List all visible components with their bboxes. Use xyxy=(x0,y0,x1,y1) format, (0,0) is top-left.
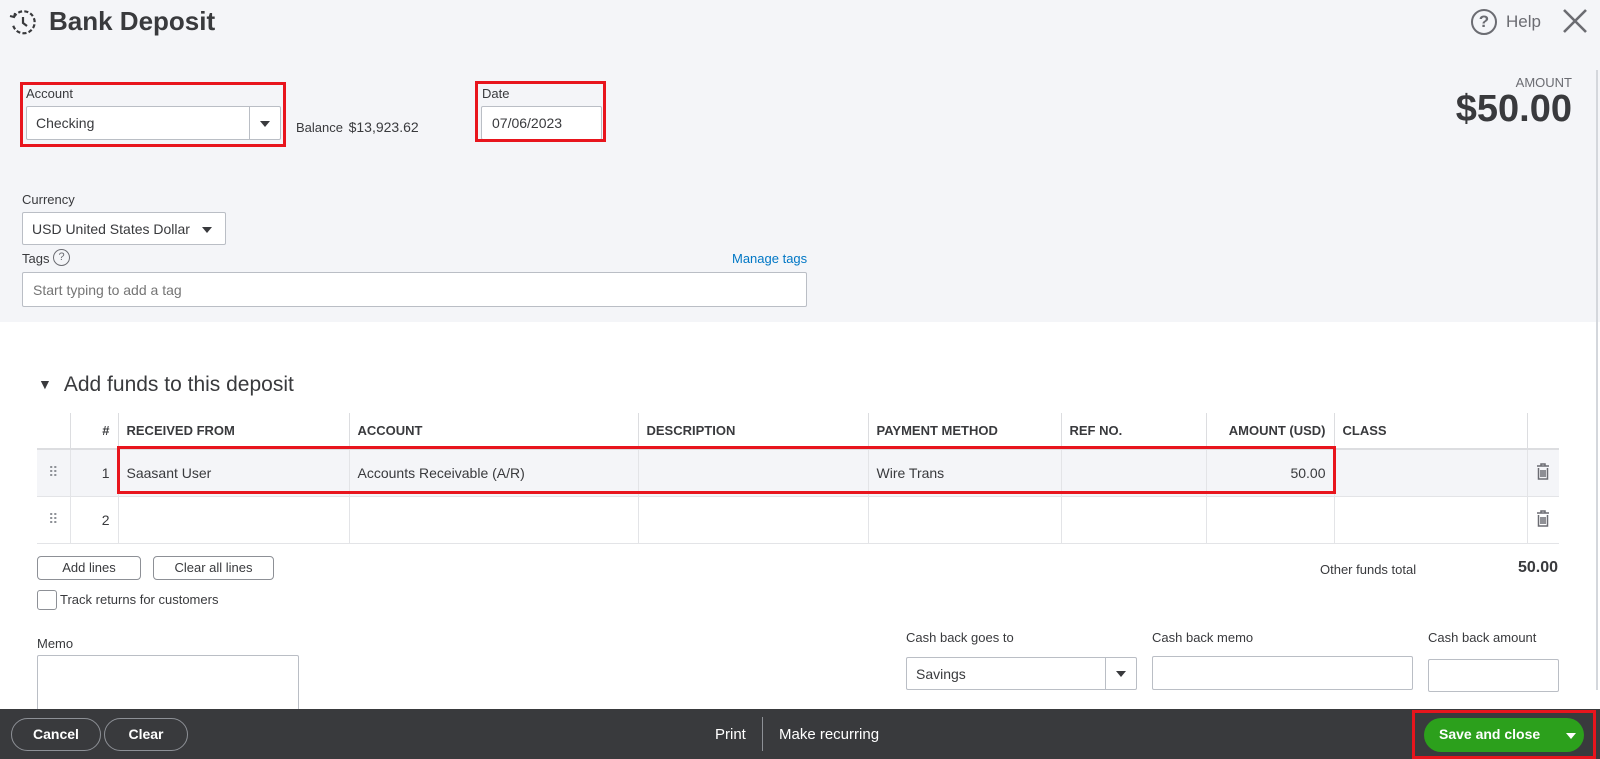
amount-cell[interactable] xyxy=(1205,496,1334,544)
scrollbar[interactable] xyxy=(1596,70,1598,690)
clear-all-lines-button[interactable]: Clear all lines xyxy=(153,556,274,580)
drag-handle-icon[interactable]: ⠿ xyxy=(37,449,70,497)
cash-back-amount-input[interactable] xyxy=(1428,659,1559,692)
help-icon[interactable]: ? xyxy=(1471,9,1497,35)
clear-button[interactable]: Clear xyxy=(104,718,188,751)
class-cell[interactable] xyxy=(1333,449,1527,497)
manage-tags-link[interactable]: Manage tags xyxy=(732,251,807,266)
footer-bar: Cancel Clear Print Make recurring Save a… xyxy=(0,709,1600,759)
cash-back-account-select[interactable]: Savings xyxy=(906,657,1137,690)
account-select[interactable]: Checking xyxy=(26,106,281,140)
received-from-cell[interactable]: Saasant User xyxy=(117,449,349,497)
cash-back-memo-input[interactable] xyxy=(1152,656,1413,690)
received-from-cell[interactable] xyxy=(117,496,349,544)
memo-label: Memo xyxy=(37,636,74,651)
col-header-num: # xyxy=(69,413,118,450)
col-header-received-from: RECEIVED FROM xyxy=(117,413,349,450)
account-balance: Balance $13,923.62 xyxy=(296,119,419,135)
memo-textarea[interactable] xyxy=(37,655,299,715)
table-row[interactable]: ⠿ 2 xyxy=(37,496,1559,544)
section-title: Add funds to this deposit xyxy=(63,373,294,396)
account-label: Account xyxy=(26,86,73,101)
col-header-description: DESCRIPTION xyxy=(637,413,868,450)
ref-no-cell[interactable] xyxy=(1060,449,1206,497)
ref-no-cell[interactable] xyxy=(1060,496,1206,544)
cash-back-account-value: Savings xyxy=(916,665,966,682)
print-button[interactable]: Print xyxy=(715,726,746,743)
amount-value: $50.00 xyxy=(1455,88,1572,130)
chevron-down-icon xyxy=(260,121,270,127)
cancel-button[interactable]: Cancel xyxy=(11,718,101,751)
currency-select[interactable]: USD United States Dollar xyxy=(22,212,226,245)
description-cell[interactable] xyxy=(637,496,868,544)
tags-input[interactable] xyxy=(22,272,807,307)
drag-col-header xyxy=(37,413,70,450)
save-and-close-label: Save and close xyxy=(1439,726,1541,742)
cash-back-memo-label: Cash back memo xyxy=(1152,630,1254,645)
row-number: 2 xyxy=(69,496,118,544)
cash-back-goes-to-label: Cash back goes to xyxy=(906,630,1014,645)
footer-divider xyxy=(762,717,763,751)
payment-method-cell[interactable]: Wire Trans xyxy=(867,449,1061,497)
currency-value: USD United States Dollar xyxy=(32,220,190,237)
description-cell[interactable] xyxy=(637,449,868,497)
triangle-down-icon: ▼ xyxy=(38,376,52,392)
col-header-payment-method: PAYMENT METHOD xyxy=(867,413,1061,450)
funds-table: # RECEIVED FROM ACCOUNT DESCRIPTION PAYM… xyxy=(37,413,1559,544)
account-cell[interactable]: Accounts Receivable (A/R) xyxy=(348,449,638,497)
chevron-down-icon xyxy=(202,227,212,233)
amount-cell[interactable]: 50.00 xyxy=(1205,449,1334,497)
make-recurring-button[interactable]: Make recurring xyxy=(779,726,879,743)
balance-label: Balance xyxy=(296,120,343,135)
save-and-close-button[interactable]: Save and close xyxy=(1424,718,1584,752)
other-funds-total-label: Other funds total xyxy=(1320,562,1417,577)
track-returns-checkbox[interactable] xyxy=(37,590,57,610)
class-cell[interactable] xyxy=(1333,496,1527,544)
currency-label: Currency xyxy=(22,192,75,207)
trash-col-header xyxy=(1526,413,1559,450)
table-header-row: # RECEIVED FROM ACCOUNT DESCRIPTION PAYM… xyxy=(37,413,1559,450)
col-header-amount: AMOUNT (USD) xyxy=(1205,413,1334,450)
other-funds-total-value: 50.00 xyxy=(1517,559,1558,576)
col-header-account: ACCOUNT xyxy=(348,413,638,450)
account-dropdown-toggle[interactable] xyxy=(249,107,280,139)
chevron-down-icon xyxy=(1116,671,1126,677)
col-header-class: CLASS xyxy=(1333,413,1527,450)
recent-transactions-icon[interactable] xyxy=(8,8,38,38)
trash-icon[interactable] xyxy=(1526,449,1559,497)
table-row[interactable]: ⠿ 1 Saasant User Accounts Receivable (A/… xyxy=(37,449,1559,497)
chevron-down-icon[interactable] xyxy=(1566,733,1576,739)
trash-icon[interactable] xyxy=(1526,496,1559,544)
payment-method-cell[interactable] xyxy=(867,496,1061,544)
tags-label: Tags xyxy=(22,251,50,266)
balance-value: $13,923.62 xyxy=(348,119,419,135)
tags-help-icon[interactable]: ? xyxy=(53,249,70,266)
help-link[interactable]: Help xyxy=(1506,12,1541,32)
col-header-ref-no: REF NO. xyxy=(1060,413,1206,450)
row-number: 1 xyxy=(69,449,118,497)
track-returns-label: Track returns for customers xyxy=(60,592,219,607)
add-lines-button[interactable]: Add lines xyxy=(37,556,141,580)
date-label: Date xyxy=(482,86,510,101)
account-value: Checking xyxy=(36,115,95,131)
cash-back-dropdown-toggle[interactable] xyxy=(1105,658,1136,689)
date-input[interactable]: 07/06/2023 xyxy=(481,106,602,140)
add-funds-section-toggle[interactable]: ▼ Add funds to this deposit xyxy=(38,373,294,397)
cash-back-amount-label: Cash back amount xyxy=(1428,630,1537,645)
account-cell[interactable] xyxy=(348,496,638,544)
close-icon[interactable] xyxy=(1560,6,1590,36)
page-title: Bank Deposit xyxy=(49,6,216,36)
drag-handle-icon[interactable]: ⠿ xyxy=(37,496,70,544)
